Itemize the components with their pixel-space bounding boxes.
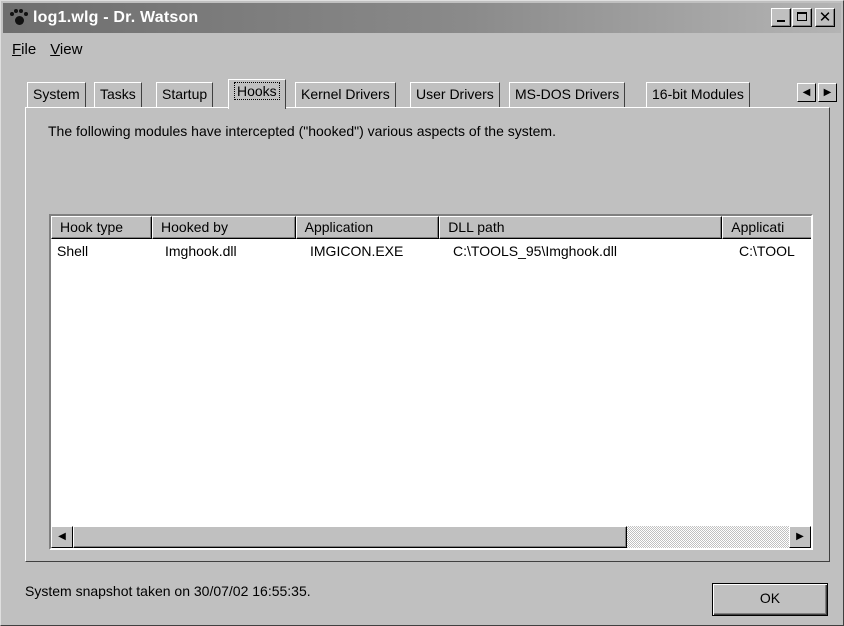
cell-application: IMGICON.EXE <box>310 243 404 259</box>
tab-kernel-drivers[interactable]: Kernel Drivers <box>295 82 396 107</box>
arrow-right-icon: ▶ <box>796 531 804 542</box>
cell-dll-path: C:\TOOLS_95\Imghook.dll <box>453 243 617 259</box>
title-bar[interactable]: log1.wlg - Dr. Watson ✕ <box>3 3 841 33</box>
menu-file[interactable]: File <box>5 41 43 58</box>
menu-bar: File View <box>5 37 89 61</box>
dr-watson-paw-icon <box>7 8 29 28</box>
tab-system[interactable]: System <box>27 82 86 107</box>
tab-ms-dos-drivers[interactable]: MS-DOS Drivers <box>509 82 626 107</box>
maximize-button[interactable] <box>792 8 812 27</box>
hooks-list-view[interactable]: Hook type Hooked by Application DLL path… <box>49 214 813 550</box>
column-header-dll-path[interactable]: DLL path <box>439 216 723 239</box>
list-header: Hook type Hooked by Application DLL path… <box>51 216 811 239</box>
cell-hooked-by: Imghook.dll <box>165 243 237 259</box>
minimize-button[interactable] <box>771 8 791 27</box>
tab-user-drivers[interactable]: User Drivers <box>410 82 500 107</box>
tab-16-bit-modules[interactable]: 16-bit Modules <box>646 82 750 107</box>
cell-hook-type: Shell <box>57 243 89 259</box>
tab-startup[interactable]: Startup <box>156 82 214 107</box>
hooks-description: The following modules have intercepted (… <box>48 123 556 139</box>
scroll-left-button[interactable]: ◀ <box>51 526 73 548</box>
hooks-tab-page: The following modules have intercepted (… <box>25 107 830 562</box>
close-button[interactable]: ✕ <box>815 8 835 27</box>
arrow-right-icon: ▶ <box>823 87 832 98</box>
arrow-left-icon: ◀ <box>802 87 811 98</box>
arrow-left-icon: ◀ <box>58 531 66 542</box>
tab-scroll-right-button[interactable]: ▶ <box>818 83 837 102</box>
column-header-hook-type[interactable]: Hook type <box>51 216 153 239</box>
tab-strip: System Tasks Startup Hooks Kernel Driver… <box>27 79 841 109</box>
tab-tasks[interactable]: Tasks <box>94 82 142 107</box>
status-text: System snapshot taken on 30/07/02 16:55:… <box>25 583 311 599</box>
tab-hooks[interactable]: Hooks <box>228 79 286 109</box>
ok-button[interactable]: OK <box>712 583 828 616</box>
scroll-right-button[interactable]: ▶ <box>789 526 811 548</box>
dr-watson-window: log1.wlg - Dr. Watson ✕ File View System… <box>0 0 844 626</box>
window-title: log1.wlg - Dr. Watson <box>33 9 199 26</box>
horizontal-scrollbar[interactable]: ◀ ▶ <box>51 526 811 548</box>
tab-scroll-left-button[interactable]: ◀ <box>797 83 816 102</box>
column-header-application[interactable]: Application <box>295 216 440 239</box>
close-icon: ✕ <box>818 9 832 26</box>
table-row[interactable]: Shell Imghook.dll IMGICON.EXE C:\TOOLS_9… <box>51 241 811 263</box>
maximize-icon <box>797 12 807 21</box>
menu-view[interactable]: View <box>43 41 89 58</box>
cell-application-path: C:\TOOL <box>739 243 795 259</box>
minimize-icon <box>777 20 785 22</box>
column-header-application-path[interactable]: Applicati <box>722 216 811 239</box>
scrollbar-thumb[interactable] <box>73 526 627 548</box>
column-header-hooked-by[interactable]: Hooked by <box>152 216 296 239</box>
